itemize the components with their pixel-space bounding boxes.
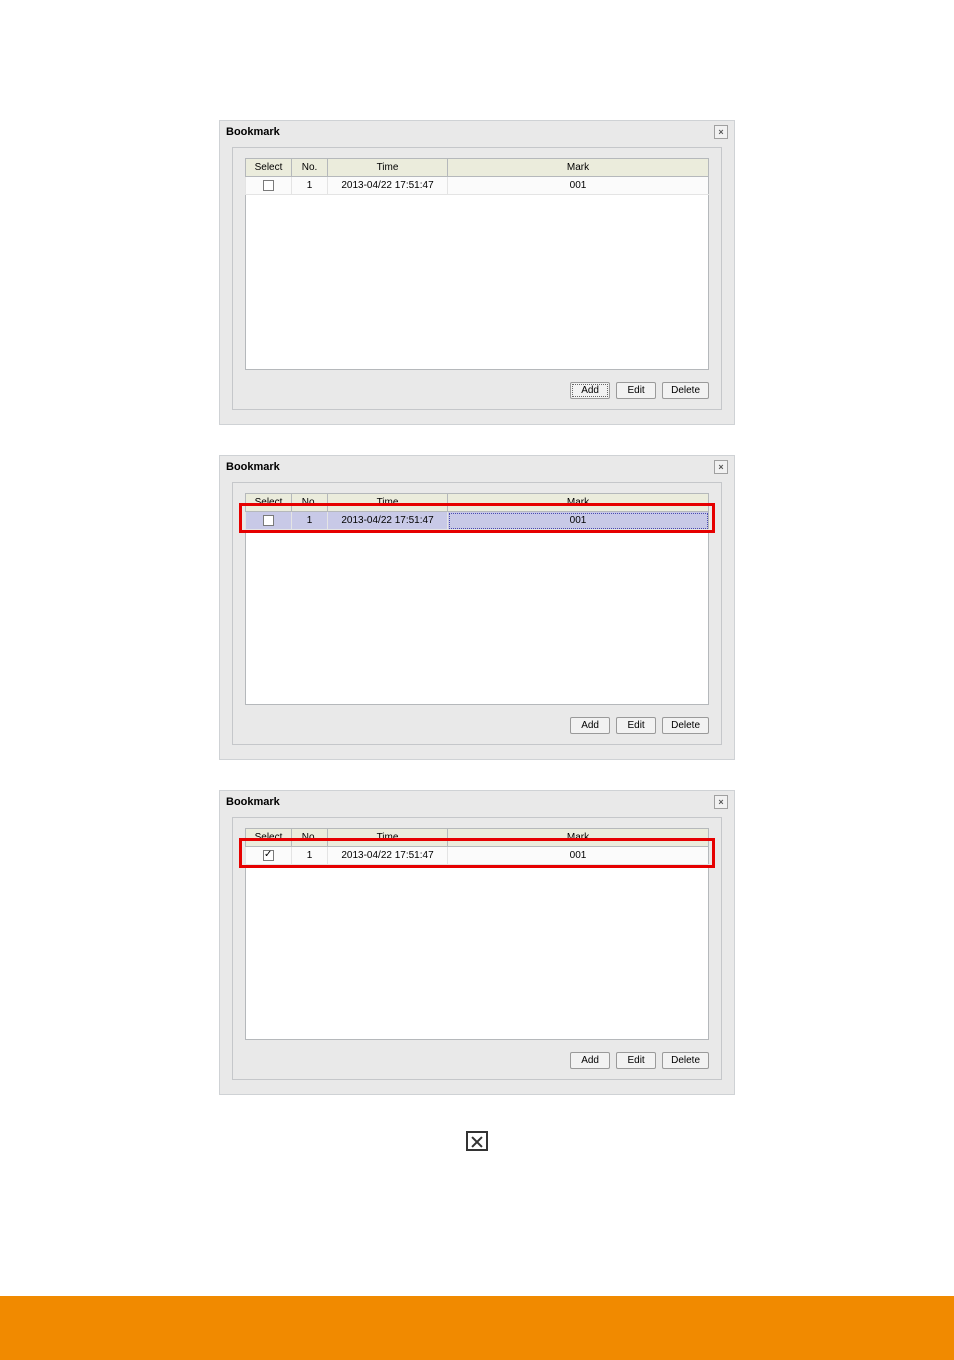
dialog-title: Bookmark	[226, 796, 280, 808]
checkbox-icon[interactable]	[263, 850, 274, 861]
table-wrap: Select No. Time Mark 1 2013-04/22 17:51:…	[245, 158, 709, 370]
add-button[interactable]: Add	[570, 1052, 610, 1069]
bookmark-table: Select No. Time Mark 1 2013-04/22 17:51:…	[245, 158, 709, 195]
close-icon[interactable]: ×	[714, 460, 728, 474]
table-row[interactable]: 1 2013-04/22 17:51:47 001	[246, 177, 709, 195]
cell-select[interactable]	[246, 512, 292, 530]
bookmark-panel: Select No. Time Mark 1 2013-04/22 17:51:…	[232, 482, 722, 745]
close-icon[interactable]: ×	[714, 125, 728, 139]
cell-time: 2013-04/22 17:51:47	[328, 847, 448, 865]
table-row[interactable]: 1 2013-04/22 17:51:47 001	[246, 847, 709, 865]
col-header-select: Select	[246, 159, 292, 177]
close-icon	[466, 1131, 488, 1151]
col-header-time: Time	[328, 159, 448, 177]
cell-no: 1	[292, 847, 328, 865]
add-button[interactable]: Add	[570, 382, 610, 399]
col-header-time: Time	[328, 829, 448, 847]
bookmark-dialog-2: Bookmark × Select No. Time Mark	[219, 455, 735, 760]
cell-mark: 001	[448, 512, 709, 530]
col-header-time: Time	[328, 494, 448, 512]
cell-select[interactable]	[246, 177, 292, 195]
table-empty-area	[245, 530, 709, 705]
page-footer-bar	[0, 1296, 954, 1360]
col-header-mark: Mark	[448, 494, 709, 512]
col-header-select: Select	[246, 494, 292, 512]
table-empty-area	[245, 195, 709, 370]
bookmark-panel: Select No. Time Mark 1 2013-04/22 17:51:…	[232, 147, 722, 410]
cell-mark: 001	[448, 847, 709, 865]
table-wrap: Select No. Time Mark 1 2013-04/22 17:51:…	[245, 493, 709, 705]
inline-close-row	[219, 1125, 735, 1156]
edit-button[interactable]: Edit	[616, 717, 656, 734]
cell-no: 1	[292, 177, 328, 195]
col-header-select: Select	[246, 829, 292, 847]
bookmark-table: Select No. Time Mark 1 2013-04/22 17:51:…	[245, 828, 709, 865]
edit-button[interactable]: Edit	[616, 382, 656, 399]
checkbox-icon[interactable]	[263, 515, 274, 526]
dialog-titlebar: Bookmark ×	[220, 121, 734, 141]
bookmark-panel: Select No. Time Mark 1 2013-04/22 17:51:…	[232, 817, 722, 1080]
col-header-no: No.	[292, 829, 328, 847]
col-header-mark: Mark	[448, 829, 709, 847]
add-button[interactable]: Add	[570, 717, 610, 734]
delete-button[interactable]: Delete	[662, 382, 709, 399]
delete-button[interactable]: Delete	[662, 1052, 709, 1069]
cell-mark: 001	[448, 177, 709, 195]
cell-no: 1	[292, 512, 328, 530]
dialog-titlebar: Bookmark ×	[220, 456, 734, 476]
table-row[interactable]: 1 2013-04/22 17:51:47 001	[246, 512, 709, 530]
bookmark-table: Select No. Time Mark 1 2013-04/22 17:51:…	[245, 493, 709, 530]
col-header-no: No.	[292, 159, 328, 177]
bookmark-dialog-3: Bookmark × Select No. Time Mark	[219, 790, 735, 1095]
dialog-titlebar: Bookmark ×	[220, 791, 734, 811]
button-row: Add Edit Delete	[245, 1052, 709, 1069]
col-header-no: No.	[292, 494, 328, 512]
cell-select[interactable]	[246, 847, 292, 865]
cell-time: 2013-04/22 17:51:47	[328, 177, 448, 195]
dialog-title: Bookmark	[226, 461, 280, 473]
table-wrap: Select No. Time Mark 1 2013-04/22 17:51:…	[245, 828, 709, 1040]
delete-button[interactable]: Delete	[662, 717, 709, 734]
table-empty-area	[245, 865, 709, 1040]
checkbox-icon[interactable]	[263, 180, 274, 191]
button-row: Add Edit Delete	[245, 382, 709, 399]
edit-button[interactable]: Edit	[616, 1052, 656, 1069]
cell-time: 2013-04/22 17:51:47	[328, 512, 448, 530]
dialog-title: Bookmark	[226, 126, 280, 138]
bookmark-dialog-1: Bookmark × Select No. Time Mark	[219, 120, 735, 425]
button-row: Add Edit Delete	[245, 717, 709, 734]
col-header-mark: Mark	[448, 159, 709, 177]
close-icon[interactable]: ×	[714, 795, 728, 809]
